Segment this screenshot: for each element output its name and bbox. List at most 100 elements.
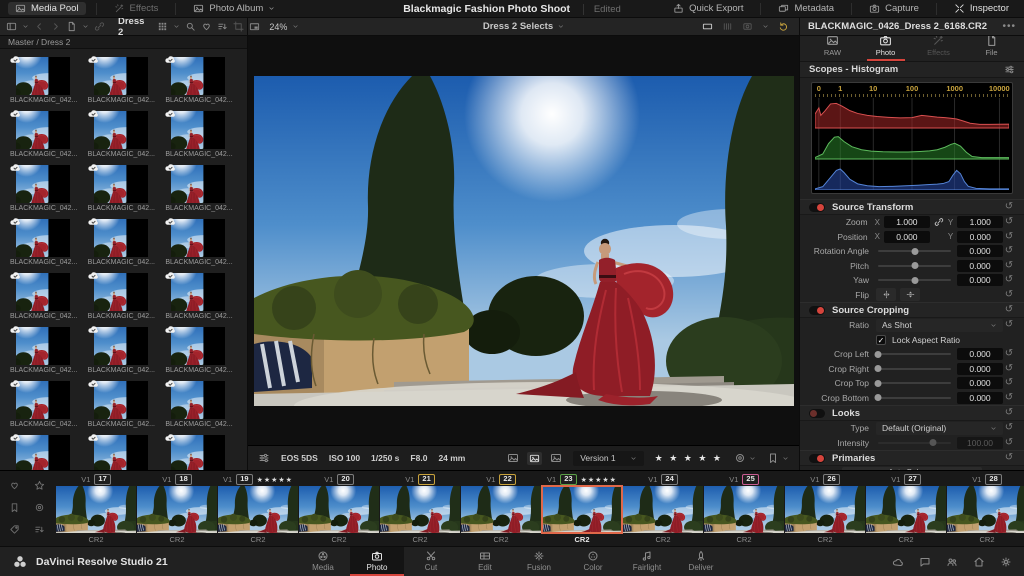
filmstrip-clip-18[interactable]: V1 18 CR2: [137, 473, 217, 546]
single-view-icon[interactable]: [702, 21, 713, 32]
grab-still-icon[interactable]: [507, 452, 519, 464]
page-tab-deliver[interactable]: Deliver: [674, 547, 728, 576]
reset-icon[interactable]: ↺: [1003, 289, 1015, 300]
media-pool-item[interactable]: BLACKMAGIC_042...: [165, 273, 235, 320]
checkbox-row[interactable]: ✓ Lock Aspect Ratio: [876, 334, 960, 345]
sort-icon[interactable]: [34, 524, 45, 535]
reset-icon[interactable]: ↺: [1003, 320, 1015, 330]
reset-icon[interactable]: ↺: [1003, 217, 1015, 227]
flip-vertical-button[interactable]: [900, 288, 920, 302]
reset-icon[interactable]: ↺: [1003, 305, 1015, 315]
quick-export-button[interactable]: Quick Export: [666, 2, 750, 15]
reset-icon[interactable]: ↺: [1003, 453, 1015, 463]
filmstrip-clip-20[interactable]: V1 20 CR2: [299, 473, 379, 546]
search-icon[interactable]: [185, 21, 196, 32]
media-pool-item[interactable]: BLACKMAGIC_042...: [10, 111, 80, 158]
reset-icon[interactable]: ↺: [1003, 423, 1015, 433]
media-pool-item[interactable]: BLACKMAGIC_042...: [165, 165, 235, 212]
media-pool-item[interactable]: BLACKMAGIC_042...: [10, 165, 80, 212]
auto-balance-button[interactable]: Auto Balance: [842, 467, 982, 470]
section-enable-toggle[interactable]: [809, 408, 825, 418]
clip-thumbnail[interactable]: [218, 486, 298, 533]
bookmark-icon[interactable]: [9, 502, 20, 513]
scopes-options-icon[interactable]: [1004, 64, 1015, 75]
clip-thumbnail[interactable]: [541, 485, 623, 534]
value-field-x[interactable]: 1.000: [883, 216, 930, 229]
reset-icon[interactable]: ↺: [1003, 231, 1015, 242]
media-pool-item[interactable]: BLACKMAGIC_042...: [88, 381, 158, 428]
inspector-tab-raw[interactable]: RAW: [814, 36, 852, 61]
capture-button[interactable]: Capture: [862, 2, 926, 15]
new-bin-icon[interactable]: [66, 21, 77, 32]
panel-toggle-icon[interactable]: [6, 21, 17, 32]
clip-thumbnail[interactable]: [866, 486, 946, 533]
media-pool-item[interactable]: BLACKMAGIC_042...: [88, 57, 158, 104]
slider-track[interactable]: [878, 439, 951, 447]
clip-thumbnail[interactable]: [461, 486, 541, 533]
reset-icon[interactable]: ↺: [1003, 260, 1015, 271]
filmstrip-clip-19[interactable]: V1 19 ★★★★★ CR2: [218, 473, 298, 546]
chevron-down-icon[interactable]: [173, 23, 180, 30]
reset-icon[interactable]: ↺: [1003, 408, 1015, 418]
options-menu[interactable]: •••: [1002, 21, 1016, 32]
reset-icon[interactable]: ↺: [1003, 363, 1015, 374]
slider-track[interactable]: [874, 350, 951, 358]
value-field[interactable]: 0.000: [957, 391, 1003, 404]
value-field[interactable]: 0.000: [957, 348, 1003, 361]
media-pool-item[interactable]: BLACKMAGIC_042...: [165, 111, 235, 158]
slider-track[interactable]: [874, 365, 951, 373]
remove-grade-icon[interactable]: [550, 452, 562, 464]
star-icon[interactable]: [34, 480, 45, 491]
section-header-source-cropping[interactable]: Source Cropping ↺: [800, 302, 1024, 318]
reset-icon[interactable]: ↺: [1003, 437, 1015, 448]
link-icon[interactable]: [94, 21, 105, 32]
back-icon[interactable]: [34, 21, 45, 32]
version-dropdown[interactable]: Version 1: [573, 450, 644, 466]
multi-view-icon[interactable]: [722, 21, 733, 32]
filmstrip-clip-24[interactable]: V1 24 CR2: [623, 473, 703, 546]
breadcrumb[interactable]: Master / Dress 2: [0, 36, 247, 49]
bookmark-dropdown[interactable]: [767, 452, 789, 464]
reset-icon[interactable]: ↺: [1003, 202, 1015, 212]
chevron-down-icon[interactable]: [22, 23, 29, 30]
media-pool-item[interactable]: BLACKMAGIC_042...: [10, 273, 80, 320]
checkbox[interactable]: ✓: [876, 334, 886, 345]
link-icon[interactable]: [934, 217, 944, 227]
value-field[interactable]: 0.000: [957, 259, 1003, 272]
media-pool-button[interactable]: Media Pool: [8, 2, 86, 15]
clip-thumbnail[interactable]: [299, 486, 379, 533]
page-tab-fusion[interactable]: Fusion: [512, 547, 566, 576]
settings-icon[interactable]: [1000, 556, 1012, 568]
value-field-y[interactable]: 0.000: [957, 230, 1004, 243]
sort-icon[interactable]: [217, 21, 228, 32]
reset-icon[interactable]: ↺: [1003, 246, 1015, 256]
filmstrip-clip-22[interactable]: V1 22 CR2: [461, 473, 541, 546]
slider-track[interactable]: [878, 276, 951, 284]
clip-thumbnail[interactable]: [947, 486, 1024, 533]
inspector-tab-file[interactable]: File: [973, 36, 1011, 61]
media-pool-item[interactable]: BLACKMAGIC_042...: [165, 435, 235, 470]
star-rating[interactable]: ★ ★ ★ ★ ★: [655, 453, 723, 464]
filmstrip-clip-21[interactable]: V1 21 CR2: [380, 473, 460, 546]
section-enable-toggle[interactable]: [809, 202, 825, 212]
value-field[interactable]: 0.000: [957, 362, 1003, 375]
media-pool-item[interactable]: BLACKMAGIC_042...: [10, 381, 80, 428]
metadata-button[interactable]: Metadata: [771, 2, 841, 15]
media-pool-item[interactable]: BLACKMAGIC_042...: [165, 219, 235, 266]
reset-grade-icon[interactable]: [778, 21, 789, 32]
page-tab-photo[interactable]: Photo: [350, 547, 404, 576]
value-field-x[interactable]: 0.000: [883, 230, 930, 243]
filmstrip-clip-17[interactable]: V1 17 CR2: [56, 473, 136, 546]
grid-view-icon[interactable]: [157, 21, 168, 32]
crop-icon[interactable]: [233, 21, 244, 32]
adjustments-icon[interactable]: [258, 452, 270, 464]
value-field[interactable]: 100.00: [957, 436, 1003, 449]
apply-grade-icon[interactable]: [527, 451, 543, 465]
page-tab-edit[interactable]: Edit: [458, 547, 512, 576]
media-pool-item[interactable]: BLACKMAGIC_042...: [88, 219, 158, 266]
clip-thumbnail[interactable]: [785, 486, 865, 533]
media-pool-item[interactable]: BLACKMAGIC_042...: [10, 57, 80, 104]
slider-track[interactable]: [874, 394, 951, 402]
page-tab-color[interactable]: Color: [566, 547, 620, 576]
cloud-icon[interactable]: [892, 556, 904, 568]
